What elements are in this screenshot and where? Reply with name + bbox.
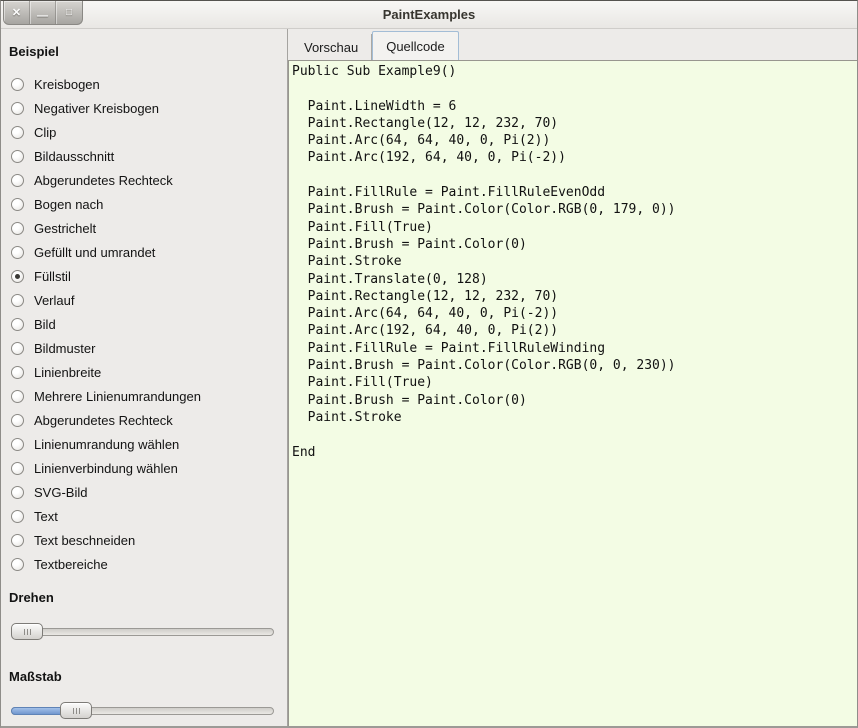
maximize-button[interactable]: □ (56, 1, 82, 24)
radio-icon (11, 222, 24, 235)
radio-option-label: Kreisbogen (34, 77, 100, 92)
radio-option-label: Bildausschnitt (34, 149, 114, 164)
radio-option-label: Linienbreite (34, 365, 101, 380)
radio-option-label: Text (34, 509, 58, 524)
radio-option[interactable]: Linienbreite (1, 360, 287, 384)
radio-option[interactable]: Text beschneiden (1, 528, 287, 552)
tab-label: Quellcode (386, 39, 445, 54)
radio-icon (11, 342, 24, 355)
radio-option[interactable]: Bildausschnitt (1, 144, 287, 168)
tab[interactable]: Vorschau (291, 34, 372, 60)
radio-icon (11, 294, 24, 307)
radio-option-label: Gefüllt und umrandet (34, 245, 155, 260)
radio-option[interactable]: Füllstil (1, 264, 287, 288)
massstab-label: Maßstab (9, 669, 287, 684)
radio-option[interactable]: SVG-Bild (1, 480, 287, 504)
radio-icon (11, 126, 24, 139)
main-area: Beispiel Kreisbogen Negativer Kreisbogen… (1, 29, 857, 726)
radio-option-label: Bild (34, 317, 56, 332)
radio-option[interactable]: Kreisbogen (1, 72, 287, 96)
radio-icon (11, 318, 24, 331)
minimize-button[interactable]: — (30, 1, 56, 24)
drehen-slider[interactable] (11, 623, 274, 640)
radio-option-label: Textbereiche (34, 557, 108, 572)
radio-option-label: Gestrichelt (34, 221, 96, 236)
example-radio-list: Kreisbogen Negativer Kreisbogen Clip Bil… (1, 72, 287, 576)
radio-option-label: Text beschneiden (34, 533, 135, 548)
sidebar: Beispiel Kreisbogen Negativer Kreisbogen… (1, 29, 288, 726)
radio-icon (11, 534, 24, 547)
radio-option-label: Abgerundetes Rechteck (34, 413, 173, 428)
radio-option[interactable]: Text (1, 504, 287, 528)
radio-icon (11, 366, 24, 379)
radio-icon (11, 558, 24, 571)
slider-track[interactable] (11, 628, 274, 636)
radio-option[interactable]: Mehrere Linienumrandungen (1, 384, 287, 408)
radio-option[interactable]: Clip (1, 120, 287, 144)
window-control-icon: ✕ (12, 6, 21, 19)
window-title: PaintExamples (383, 7, 476, 22)
radio-option-label: Bogen nach (34, 197, 103, 212)
massstab-slider[interactable] (11, 702, 274, 719)
radio-icon (11, 270, 24, 283)
radio-option-label: Verlauf (34, 293, 74, 308)
radio-icon (11, 246, 24, 259)
radio-option[interactable]: Bildmuster (1, 336, 287, 360)
radio-option[interactable]: Verlauf (1, 288, 287, 312)
window-control-icon: □ (66, 7, 72, 18)
tab[interactable]: Quellcode (372, 31, 459, 60)
window-control-icon: — (37, 10, 48, 22)
radio-option-label: SVG-Bild (34, 485, 87, 500)
radio-icon (11, 438, 24, 451)
radio-option[interactable]: Abgerundetes Rechteck (1, 408, 287, 432)
app-window: ✕ — □ PaintExamples Beispiel Kreisbogen … (0, 0, 858, 728)
radio-icon (11, 150, 24, 163)
radio-icon (11, 78, 24, 91)
radio-option-label: Linienumrandung wählen (34, 437, 179, 452)
radio-option[interactable]: Abgerundetes Rechteck (1, 168, 287, 192)
radio-icon (11, 198, 24, 211)
radio-option[interactable]: Linienverbindung wählen (1, 456, 287, 480)
slider-handle[interactable] (11, 623, 43, 640)
radio-option-label: Abgerundetes Rechteck (34, 173, 173, 188)
radio-icon (11, 174, 24, 187)
radio-option[interactable]: Gestrichelt (1, 216, 287, 240)
tab-strip: Vorschau Quellcode (288, 29, 857, 60)
radio-option[interactable]: Negativer Kreisbogen (1, 96, 287, 120)
window-controls: ✕ — □ (3, 1, 83, 25)
radio-option-label: Linienverbindung wählen (34, 461, 178, 476)
radio-option-label: Bildmuster (34, 341, 95, 356)
slider-handle[interactable] (60, 702, 92, 719)
source-code-text: Public Sub Example9() Paint.LineWidth = … (292, 63, 854, 461)
radio-option[interactable]: Linienumrandung wählen (1, 432, 287, 456)
radio-icon (11, 102, 24, 115)
radio-icon (11, 462, 24, 475)
radio-icon (11, 510, 24, 523)
radio-option-label: Mehrere Linienumrandungen (34, 389, 201, 404)
radio-icon (11, 414, 24, 427)
beispiel-header: Beispiel (9, 44, 287, 59)
tab-label: Vorschau (304, 40, 358, 55)
radio-option-label: Negativer Kreisbogen (34, 101, 159, 116)
radio-option[interactable]: Bogen nach (1, 192, 287, 216)
radio-option[interactable]: Gefüllt und umrandet (1, 240, 287, 264)
close-button[interactable]: ✕ (4, 1, 30, 24)
radio-icon (11, 486, 24, 499)
radio-option[interactable]: Textbereiche (1, 552, 287, 576)
titlebar[interactable]: ✕ — □ PaintExamples (1, 1, 857, 29)
source-code-view[interactable]: Public Sub Example9() Paint.LineWidth = … (288, 60, 857, 726)
radio-option[interactable]: Bild (1, 312, 287, 336)
radio-option-label: Clip (34, 125, 56, 140)
content-area: Vorschau Quellcode Public Sub Example9()… (288, 29, 857, 726)
drehen-label: Drehen (9, 590, 287, 605)
radio-option-label: Füllstil (34, 269, 71, 284)
radio-icon (11, 390, 24, 403)
